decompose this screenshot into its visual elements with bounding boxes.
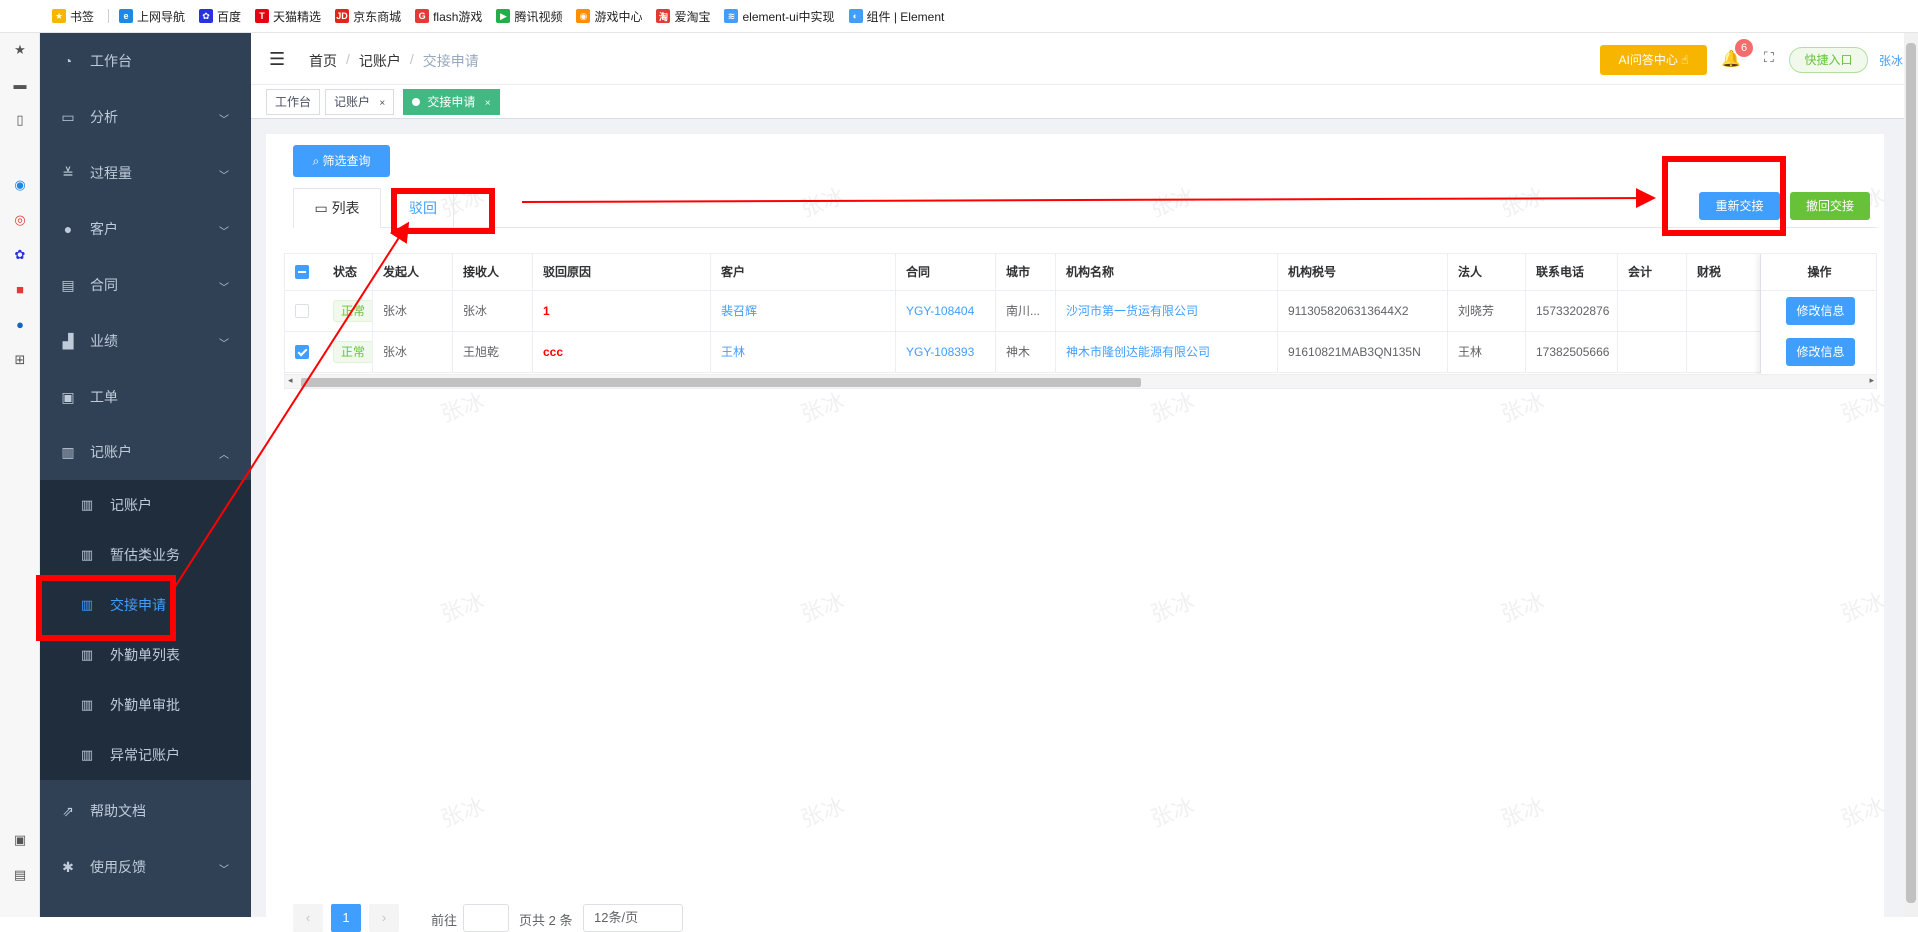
arrow-menu-to-tab	[172, 221, 410, 591]
annotation-arrows	[172, 188, 1656, 591]
arrow-tab-to-button	[521, 188, 1656, 209]
